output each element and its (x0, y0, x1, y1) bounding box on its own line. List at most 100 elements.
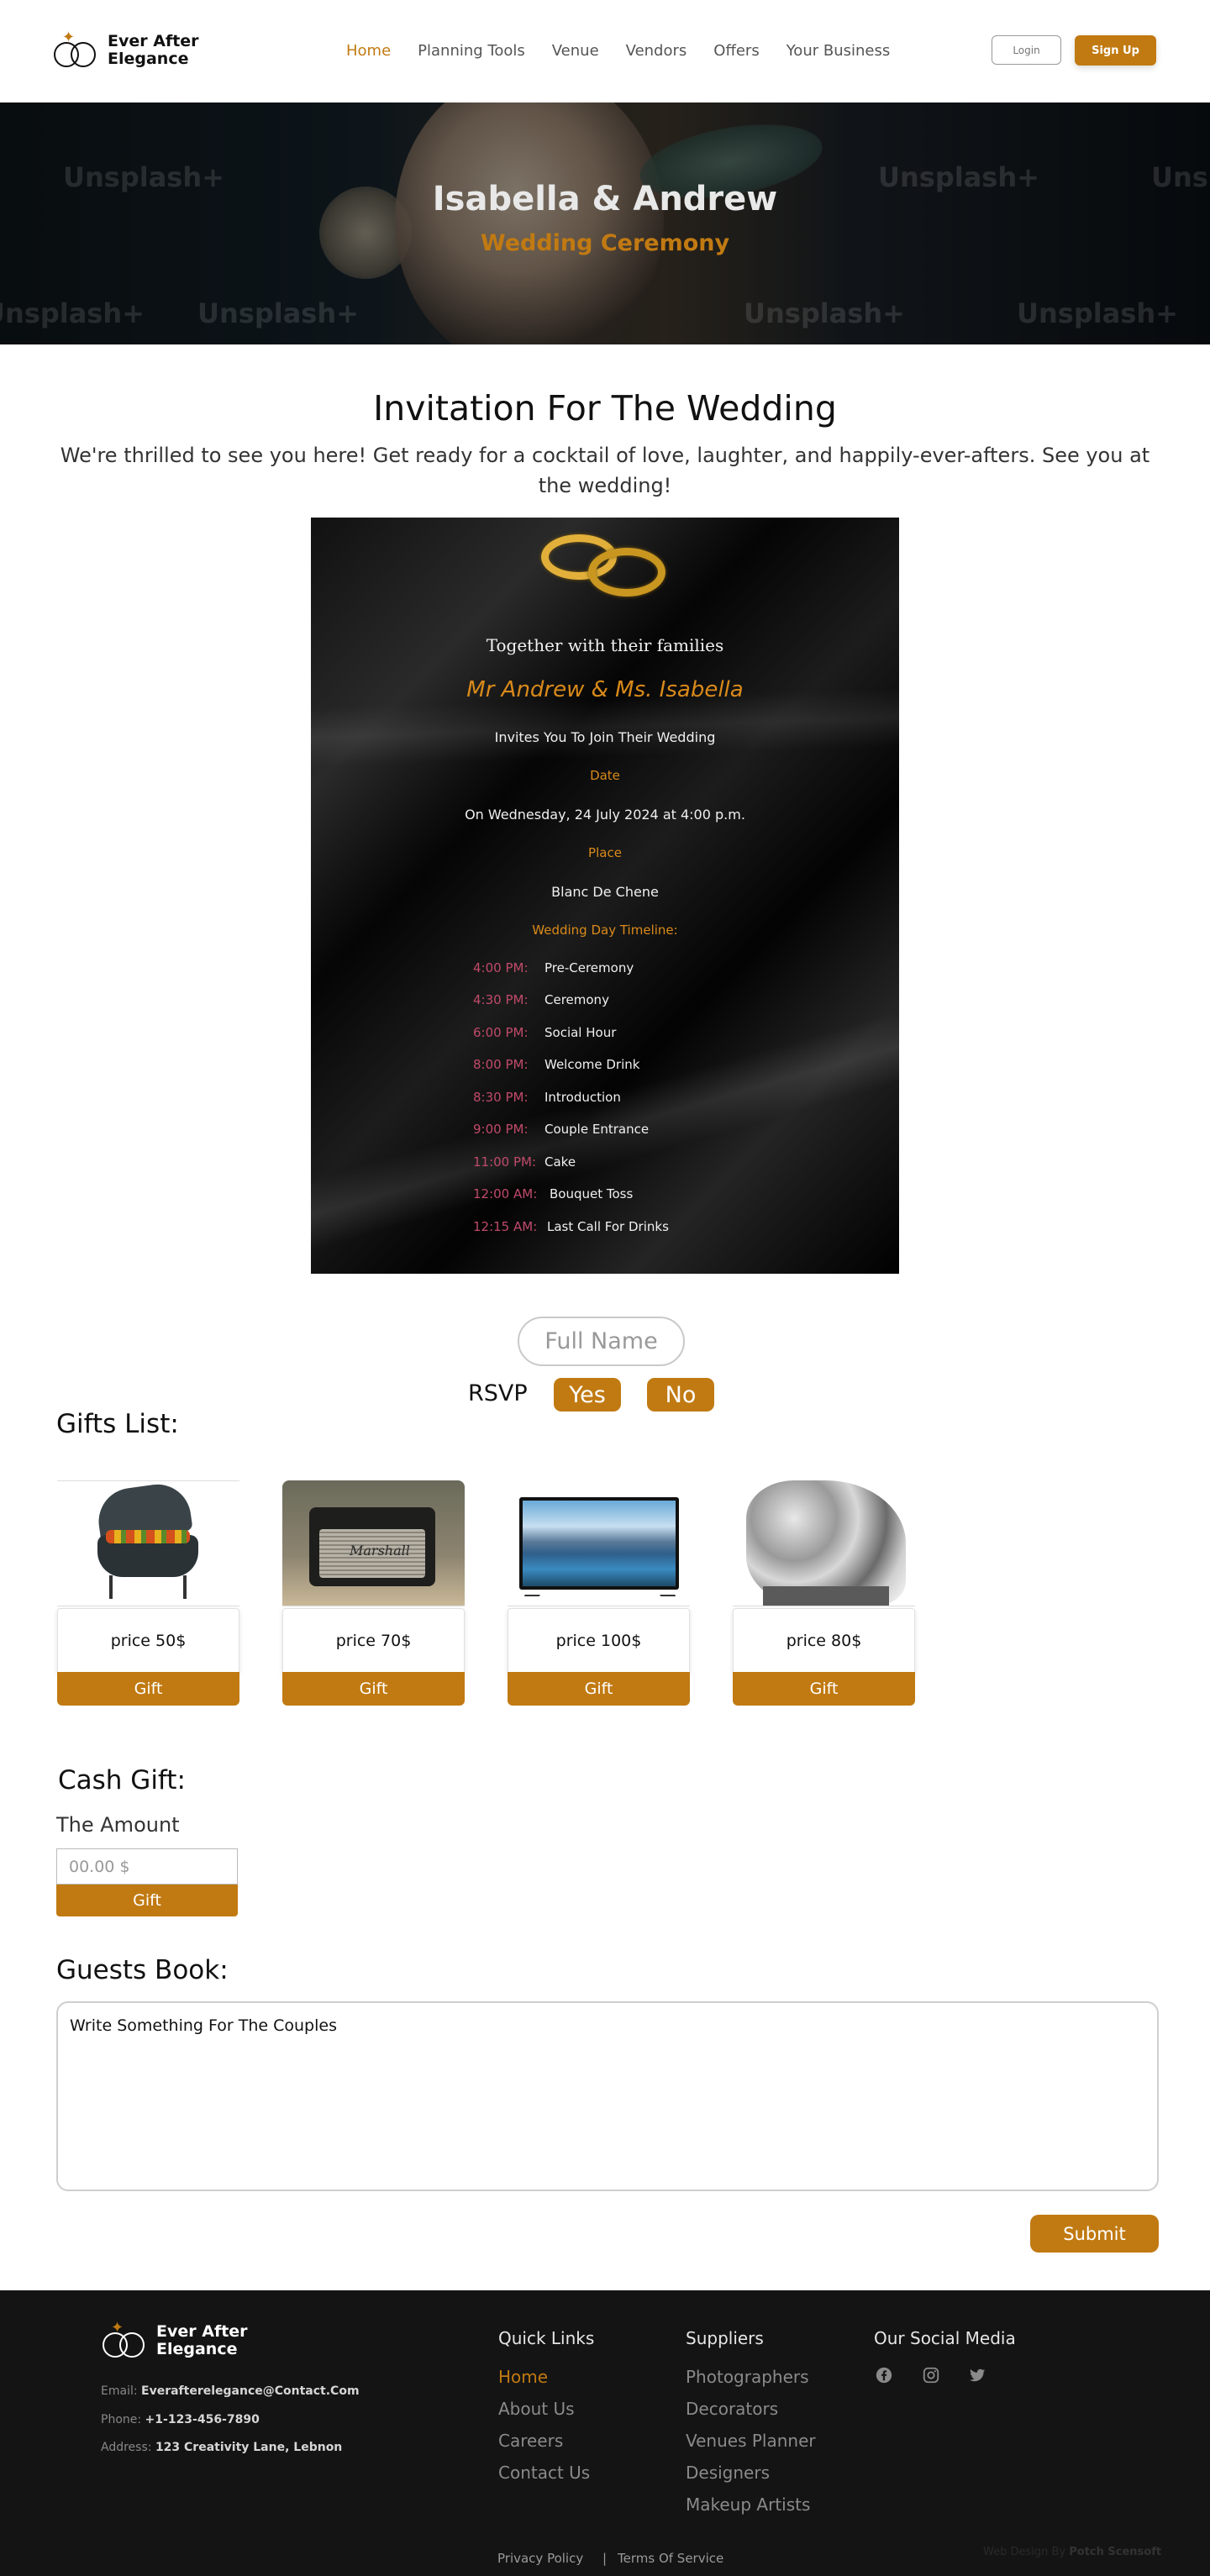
footer-phone-value[interactable]: +1-123-456-7890 (145, 2413, 260, 2426)
timeline-time: 4:30 PM: (473, 992, 529, 1007)
timeline-time: 8:00 PM: (473, 1057, 529, 1072)
speaker-image: Marshall (282, 1480, 465, 1606)
timeline-row: 4:00 PM: Pre-Ceremony (473, 960, 634, 975)
brand-logo[interactable]: ✦ Ever After Elegance (52, 30, 199, 71)
timeline-time: 8:30 PM: (473, 1090, 529, 1105)
nav-link-venue[interactable]: Venue (552, 42, 599, 60)
footer-phone: Phone: +1-123-456-7890 (101, 2413, 260, 2426)
watermark: Unsplash+ (1017, 297, 1178, 329)
full-name-input[interactable]: Full Name (518, 1317, 685, 1366)
gift-card: price 50$ Gift (57, 1480, 239, 1706)
timeline-row: 6:00 PM: Social Hour (473, 1025, 616, 1040)
cash-gift-button[interactable]: Gift (56, 1885, 238, 1916)
card-timeline-label: Wedding Day Timeline: (532, 923, 678, 938)
login-button[interactable]: Login (992, 35, 1061, 65)
terms-of-service-link[interactable]: Terms Of Service (618, 2551, 723, 2566)
card-couple-names: Mr Andrew & Ms. Isabella (466, 677, 744, 702)
footer-address: Address: 123 Creativity Lane, Lebnon (101, 2441, 343, 2454)
gift-price: price 80$ (733, 1608, 915, 1674)
privacy-policy-link[interactable]: Privacy Policy (497, 2551, 583, 2566)
footer-address-value: 123 Creativity Lane, Lebnon (155, 2441, 343, 2454)
watermark: Unsplash+ (0, 297, 145, 329)
card-together-text: Together with their families (486, 635, 724, 655)
footer-credit: Web Design By Potch Scensoft (983, 2546, 1162, 2558)
signup-button[interactable]: Sign Up (1075, 35, 1156, 66)
amount-label: The Amount (56, 1813, 180, 1837)
footer-link-venues-planner[interactable]: Venues Planner (686, 2431, 816, 2451)
quick-links-title: Quick Links (498, 2328, 595, 2348)
wedding-rings-icon (539, 526, 671, 610)
timeline-time: 12:15 AM: (473, 1219, 538, 1234)
rsvp-no-button[interactable]: No (647, 1378, 714, 1412)
timeline-time: 4:00 PM: (473, 960, 529, 975)
timeline-event: Couple Entrance (544, 1122, 650, 1137)
footer-link-contact-us[interactable]: Contact Us (498, 2463, 590, 2483)
timeline-time: 9:00 PM: (473, 1122, 529, 1137)
top-navbar: ✦ Ever After Elegance Home Planning Tool… (0, 0, 1210, 103)
timeline-row: 12:00 AM: Bouquet Toss (473, 1186, 633, 1201)
submit-button[interactable]: Submit (1030, 2215, 1159, 2253)
footer-email-value[interactable]: Everafterelegance@Contact.Com (141, 2384, 360, 2398)
gifts-heading: Gifts List: (56, 1409, 179, 1439)
nav-link-your-business[interactable]: Your Business (786, 42, 891, 60)
rsvp-label: RSVP (468, 1380, 528, 1406)
sculpture-image (733, 1480, 915, 1606)
amount-input[interactable]: 00.00 $ (56, 1848, 238, 1885)
timeline-event: Cake (544, 1154, 576, 1170)
gift-button[interactable]: Gift (57, 1672, 239, 1706)
hero-title: Isabella & Andrew (432, 180, 778, 218)
rings-logo-icon: ✦ (52, 30, 101, 71)
card-date-label: Date (590, 768, 620, 783)
timeline-row: 12:15 AM: Last Call For Drinks (473, 1219, 669, 1234)
timeline-time: 6:00 PM: (473, 1025, 529, 1040)
timeline-event: Social Hour (544, 1025, 617, 1040)
footer-link-about-us[interactable]: About Us (498, 2399, 575, 2419)
timeline-event: Welcome Drink (544, 1057, 640, 1072)
twitter-icon[interactable] (968, 2366, 986, 2384)
facebook-icon[interactable] (875, 2366, 893, 2384)
gift-price: price 50$ (57, 1608, 239, 1674)
gift-button[interactable]: Gift (508, 1672, 690, 1706)
hero-banner: Unsplash+ Unsplash+ Unsplash+ Unsplash+ … (0, 103, 1210, 344)
timeline-event: Last Call For Drinks (547, 1219, 669, 1234)
nav-link-home[interactable]: Home (346, 42, 391, 60)
timeline-row: 9:00 PM: Couple Entrance (473, 1122, 649, 1137)
footer-brand-logo[interactable]: ✦ Ever After Elegance (101, 2321, 248, 2361)
rsvp-yes-button[interactable]: Yes (554, 1378, 621, 1412)
brand-line-1: Ever After (108, 32, 199, 50)
guests-book-textarea[interactable]: Write Something For The Couples (56, 2001, 1159, 2191)
gift-price: price 100$ (508, 1608, 690, 1674)
footer-link-careers[interactable]: Careers (498, 2431, 563, 2451)
footer-link-photographers[interactable]: Photographers (686, 2367, 809, 2387)
footer: ✦ Ever After Elegance Email: Everafterel… (0, 2290, 1210, 2576)
credit-name[interactable]: Potch Scensoft (1069, 2546, 1161, 2558)
timeline-row: 8:00 PM: Welcome Drink (473, 1057, 639, 1072)
watermark: Unsplash+ (744, 297, 905, 329)
watermark: Unsplash+ (197, 297, 359, 329)
timeline-event: Ceremony (544, 992, 609, 1007)
hero-subtitle: Wedding Ceremony (480, 230, 730, 256)
gift-button[interactable]: Gift (282, 1672, 465, 1706)
suppliers-title: Suppliers (686, 2328, 764, 2348)
gift-button[interactable]: Gift (733, 1672, 915, 1706)
footer-link-home[interactable]: Home (498, 2367, 548, 2387)
footer-link-makeup-artists[interactable]: Makeup Artists (686, 2495, 810, 2515)
brand-line-1: Ever After (156, 2322, 248, 2341)
brand-name: Ever After Elegance (108, 33, 199, 68)
instagram-icon[interactable] (922, 2366, 940, 2384)
main-menu: Home Planning Tools Venue Vendors Offers… (346, 42, 917, 60)
gift-card: Marshall price 70$ Gift (282, 1480, 465, 1706)
footer-brand-name: Ever After Elegance (156, 2323, 248, 2358)
gift-card: price 100$ Gift (508, 1480, 690, 1706)
social-title: Our Social Media (874, 2328, 1016, 2348)
cash-gift-heading: Cash Gift: (58, 1765, 186, 1795)
nav-link-vendors[interactable]: Vendors (626, 42, 687, 60)
nav-link-planning-tools[interactable]: Planning Tools (418, 42, 525, 60)
nav-link-offers[interactable]: Offers (713, 42, 759, 60)
timeline-row: 11:00 PM: Cake (473, 1154, 576, 1170)
brand-line-2: Elegance (108, 50, 189, 68)
footer-link-designers[interactable]: Designers (686, 2463, 770, 2483)
footer-link-decorators[interactable]: Decorators (686, 2399, 778, 2419)
rings-logo-icon: ✦ (101, 2321, 150, 2361)
gift-price: price 70$ (282, 1608, 465, 1674)
